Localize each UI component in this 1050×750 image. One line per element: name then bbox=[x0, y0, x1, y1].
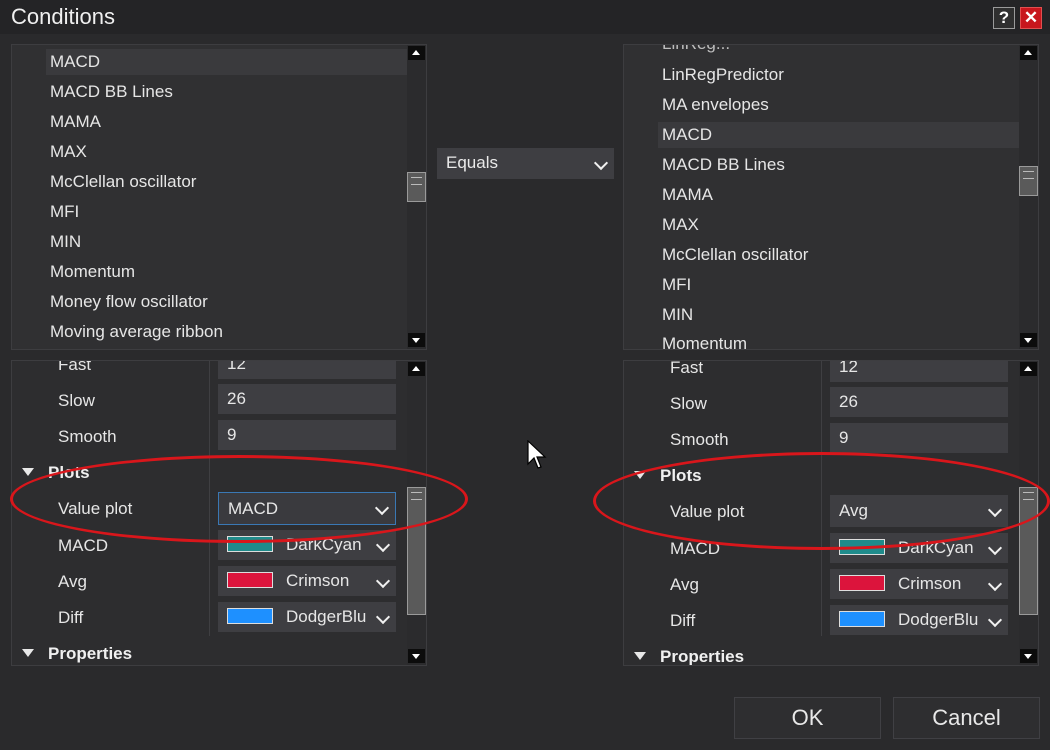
title-bar bbox=[0, 0, 1050, 34]
right-list-item[interactable]: Momentum bbox=[658, 331, 747, 349]
scroll-up-arrow-icon[interactable] bbox=[408, 46, 425, 60]
scroll-up-arrow-icon[interactable] bbox=[1020, 46, 1037, 60]
diff-color-dropdown[interactable]: DodgerBlu bbox=[830, 605, 1008, 635]
avg-color-value: Crimson bbox=[898, 574, 962, 593]
right-list-item[interactable]: MA envelopes bbox=[658, 92, 769, 118]
properties-section-label: Properties bbox=[48, 644, 133, 663]
left-list-item[interactable]: Moving average ribbon bbox=[46, 319, 223, 345]
left-list-scrollbar[interactable] bbox=[407, 45, 426, 349]
right-list-scrollbar[interactable] bbox=[1019, 45, 1038, 349]
help-button[interactable]: ? bbox=[993, 7, 1015, 29]
smooth-input[interactable]: 9 bbox=[830, 423, 1008, 453]
chevron-down-icon bbox=[987, 576, 1003, 592]
avg-plot-label: Avg bbox=[670, 575, 699, 594]
annotation-ellipse-right bbox=[593, 452, 1050, 550]
left-list-item[interactable]: Momentum bbox=[46, 259, 135, 285]
diff-plot-label: Diff bbox=[58, 608, 84, 627]
avg-color-value: Crimson bbox=[286, 571, 350, 590]
chevron-down-icon bbox=[375, 573, 391, 589]
macd-plot-label: MACD bbox=[58, 536, 109, 555]
color-swatch bbox=[839, 611, 885, 627]
right-list-item[interactable]: McClellan oscillator bbox=[658, 242, 808, 268]
scroll-down-arrow-icon[interactable] bbox=[408, 649, 425, 663]
properties-section-label: Properties bbox=[660, 647, 745, 666]
color-swatch bbox=[227, 608, 273, 624]
slow-input[interactable]: 26 bbox=[830, 387, 1008, 417]
chevron-down-icon bbox=[375, 537, 391, 553]
scroll-down-arrow-icon[interactable] bbox=[408, 333, 425, 347]
smooth-label: Smooth bbox=[670, 430, 729, 449]
avg-color-dropdown[interactable]: Crimson bbox=[830, 569, 1008, 599]
expand-triangle-icon bbox=[634, 652, 646, 660]
scroll-up-arrow-icon[interactable] bbox=[408, 362, 425, 376]
right-list-item[interactable]: MACD bbox=[658, 122, 1020, 148]
fast-input[interactable]: 12 bbox=[218, 361, 396, 379]
diff-color-value: DodgerBlu bbox=[286, 607, 367, 626]
left-indicator-list[interactable]: MACD MACD BB Lines MAMA MAX McClellan os… bbox=[11, 44, 427, 350]
avg-plot-label: Avg bbox=[58, 572, 87, 591]
fast-label: Fast bbox=[670, 360, 704, 377]
right-indicator-list[interactable]: LinReg... LinRegPredictor MA envelopes M… bbox=[623, 44, 1039, 350]
scroll-down-arrow-icon[interactable] bbox=[1020, 333, 1037, 347]
right-list-item[interactable]: MIN bbox=[658, 302, 693, 328]
cancel-button[interactable]: Cancel bbox=[893, 697, 1040, 739]
right-list-item[interactable]: MACD BB Lines bbox=[658, 152, 785, 178]
color-swatch bbox=[227, 572, 273, 588]
right-list-item[interactable]: LinRegPredictor bbox=[658, 62, 784, 88]
scroll-thumb[interactable] bbox=[407, 172, 426, 202]
expand-triangle-icon bbox=[22, 468, 34, 476]
left-list-item[interactable]: MAX bbox=[46, 139, 87, 165]
left-list-item[interactable]: Money flow oscillator bbox=[46, 289, 208, 315]
diff-color-value: DodgerBlu bbox=[898, 610, 979, 629]
right-list-item[interactable]: MFI bbox=[658, 272, 691, 298]
diff-plot-label: Diff bbox=[670, 611, 696, 630]
slow-label: Slow bbox=[58, 391, 95, 410]
scroll-down-arrow-icon[interactable] bbox=[1020, 649, 1037, 663]
properties-section-header[interactable]: Properties bbox=[634, 647, 745, 666]
fast-label: Fast bbox=[58, 360, 92, 374]
right-list-item[interactable]: MAX bbox=[658, 212, 699, 238]
close-button[interactable]: ✕ bbox=[1020, 7, 1042, 29]
chevron-down-icon bbox=[987, 540, 1003, 556]
left-list-item[interactable]: McClellan oscillator bbox=[46, 169, 196, 195]
annotation-ellipse-left bbox=[10, 455, 468, 543]
dialog-title: Conditions bbox=[11, 4, 115, 29]
avg-color-dropdown[interactable]: Crimson bbox=[218, 566, 396, 596]
slow-input[interactable]: 26 bbox=[218, 384, 396, 414]
left-list-item[interactable]: MACD BB Lines bbox=[46, 79, 173, 105]
operator-dropdown[interactable]: Equals bbox=[437, 148, 614, 179]
left-list-item[interactable]: MFI bbox=[46, 199, 79, 225]
fast-input[interactable]: 12 bbox=[830, 361, 1008, 382]
properties-section-header[interactable]: Properties bbox=[22, 644, 132, 664]
smooth-label: Smooth bbox=[58, 427, 117, 446]
expand-triangle-icon bbox=[22, 649, 34, 657]
right-list-item[interactable]: MAMA bbox=[658, 182, 713, 208]
left-list-item[interactable]: MIN bbox=[46, 229, 81, 255]
right-list-partial-item: LinReg... bbox=[658, 45, 730, 57]
scroll-up-arrow-icon[interactable] bbox=[1020, 362, 1037, 376]
ok-button[interactable]: OK bbox=[734, 697, 881, 739]
operator-value: Equals bbox=[446, 153, 498, 172]
scroll-thumb[interactable] bbox=[1019, 166, 1038, 196]
mouse-cursor-icon bbox=[527, 440, 547, 469]
chevron-down-icon bbox=[593, 155, 609, 171]
smooth-input[interactable]: 9 bbox=[218, 420, 396, 450]
color-swatch bbox=[839, 575, 885, 591]
left-list-item[interactable]: MACD bbox=[46, 49, 410, 75]
chevron-down-icon bbox=[375, 609, 391, 625]
diff-color-dropdown[interactable]: DodgerBlu bbox=[218, 602, 396, 632]
left-list-item[interactable]: MAMA bbox=[46, 109, 101, 135]
slow-label: Slow bbox=[670, 394, 707, 413]
chevron-down-icon bbox=[987, 612, 1003, 628]
